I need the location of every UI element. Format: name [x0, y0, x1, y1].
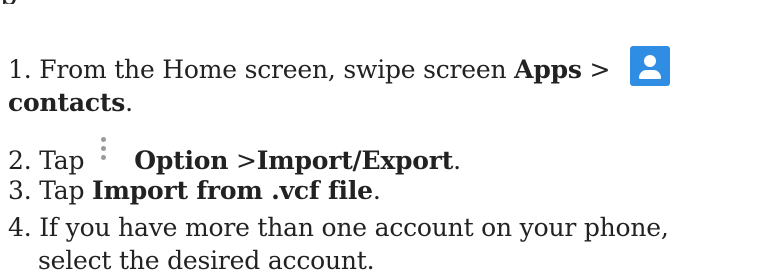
step-text: From the Home screen, swipe screen: [39, 55, 515, 84]
step-text: Tap: [39, 146, 85, 175]
option-label: Option: [134, 146, 229, 175]
step-1: 1. From the Home screen, swipe screen Ap…: [8, 46, 671, 87]
more-options-icon: [98, 137, 108, 167]
import-vcf-label: Import from .vcf file: [92, 176, 373, 205]
instruction-page: p 1. From the Home screen, swipe screen …: [0, 0, 765, 276]
step-number: 3.: [8, 176, 32, 205]
import-export-label: Import/Export: [256, 146, 454, 175]
contacts-icon: [630, 46, 671, 86]
step-text: Tap: [39, 176, 92, 205]
step-4: 4. If you have more than one account on …: [8, 211, 669, 245]
step-4-continued: select the desired account.: [38, 244, 375, 278]
step-2: 2. Tap Option >Import/Export.: [8, 137, 461, 178]
step-text: If you have more than one account on you…: [39, 213, 669, 242]
clipped-header-text: p: [0, 0, 17, 4]
step-number: 2.: [8, 146, 32, 175]
step-text: select the desired account.: [38, 246, 375, 275]
step-number: 4.: [8, 213, 32, 242]
separator: >: [228, 146, 257, 175]
step-number: 1.: [8, 55, 32, 84]
contacts-label: contacts: [8, 88, 126, 117]
step-1-continued: contacts.: [8, 88, 133, 117]
step-3: 3. Tap Import from .vcf file.: [8, 176, 381, 205]
apps-label: Apps: [514, 55, 582, 84]
separator: >: [581, 55, 611, 84]
